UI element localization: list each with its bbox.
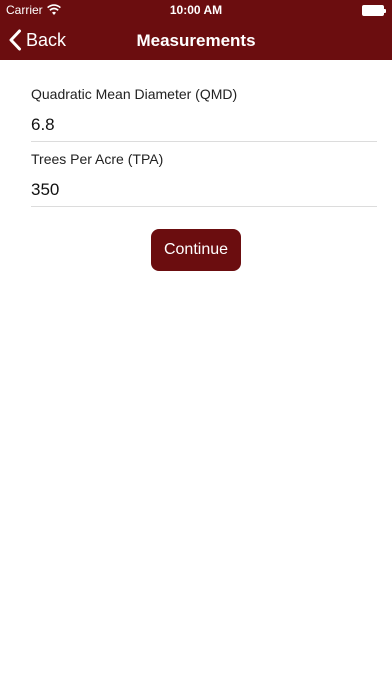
page-title: Measurements (136, 31, 256, 50)
continue-button[interactable]: Continue (151, 229, 241, 271)
navigation-bar: Carrier 10:00 AM Back Measurements (0, 0, 392, 60)
tpa-divider (31, 206, 377, 207)
status-bar: Carrier 10:00 AM (0, 0, 392, 20)
tpa-label: Trees Per Acre (TPA) (31, 151, 164, 167)
qmd-input[interactable]: 6.8 (31, 115, 55, 135)
qmd-label: Quadratic Mean Diameter (QMD) (31, 86, 238, 102)
qmd-divider (31, 141, 377, 142)
tpa-input[interactable]: 350 (31, 180, 59, 200)
status-time: 10:00 AM (169, 3, 223, 17)
battery-icon (362, 5, 386, 16)
